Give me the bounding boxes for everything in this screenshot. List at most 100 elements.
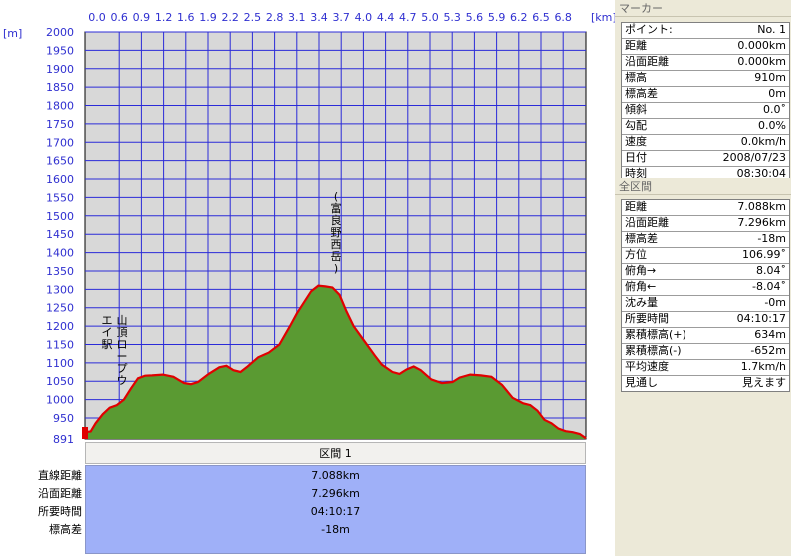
row-label: 沿面距離 — [625, 216, 669, 229]
row-value: 0.0˚ — [763, 103, 786, 116]
x-tick-label: 2.2 — [221, 11, 239, 24]
row-value: No. 1 — [757, 23, 786, 36]
y-tick-label: 1250 — [46, 302, 74, 315]
y-tick-label: 1600 — [46, 173, 74, 186]
row-value: 0.000km — [737, 39, 786, 52]
row-value: -8.04˚ — [752, 280, 786, 293]
marker-panel-title: マーカー — [615, 0, 791, 17]
start-marker[interactable] — [82, 427, 88, 439]
table-row: ポイント: No. 1 — [622, 23, 789, 39]
x-tick-label: 1.9 — [199, 11, 217, 24]
table-row: 沈み量 -0m — [622, 296, 789, 312]
table-row: 累積標高(-) -652m — [622, 344, 789, 360]
section-table: 距離 7.088km 沿面距離 7.296km 標高差 -18m 方位 106.99˚ … — [621, 199, 790, 392]
station-annotation-col2: エイ駅 — [102, 314, 113, 351]
x-tick-label: 1.2 — [155, 11, 173, 24]
row-value: 7.296km — [737, 216, 786, 229]
table-row: 標高差 0m — [622, 87, 789, 103]
x-tick-label: 5.9 — [488, 11, 506, 24]
row-label: ポイント: — [625, 23, 673, 36]
x-tick-label: 6.8 — [554, 11, 572, 24]
x-tick-labels: 0.0 0.6 0.9 1.2 1.6 1.9 2.2 2.5 2.8 3.1 3.4 3.7 4.0 4… — [88, 11, 572, 24]
row-label: 平均速度 — [625, 360, 669, 373]
row-label: 傾斜 — [625, 103, 647, 116]
row-value: 0.0km/h — [740, 135, 786, 148]
section-panel-title: 全区間 — [615, 178, 791, 195]
summary-label: 直線距離 — [38, 469, 82, 482]
row-label: 勾配 — [625, 119, 647, 132]
row-value: 2008/07/23 — [722, 151, 786, 164]
section-header[interactable]: 区間 1 — [85, 442, 586, 464]
x-tick-label: 0.9 — [133, 11, 151, 24]
row-value: 1.7km/h — [740, 360, 786, 373]
row-label: 俯角← — [625, 280, 657, 293]
row-value: -652m — [750, 344, 786, 357]
x-tick-label: 4.4 — [377, 11, 395, 24]
y-tick-label: 1200 — [46, 320, 74, 333]
y-tick-label: 1050 — [46, 375, 74, 388]
row-value: 04:10:17 — [736, 312, 786, 325]
x-tick-label: 3.1 — [288, 11, 306, 24]
x-unit-label: [km] — [591, 11, 615, 24]
x-tick-label: 5.6 — [466, 11, 484, 24]
x-tick-label: 0.0 — [88, 11, 106, 24]
x-tick-label: 2.5 — [244, 11, 262, 24]
x-tick-label: 3.7 — [332, 11, 350, 24]
table-row: 距離 7.088km — [622, 200, 789, 216]
y-tick-label: 1650 — [46, 155, 74, 168]
table-row: 方位 106.99˚ — [622, 248, 789, 264]
summary-label: 所要時間 — [38, 505, 82, 518]
y-unit-label: [m] — [3, 27, 22, 40]
x-tick-label: 6.5 — [532, 11, 550, 24]
y-tick-label: 1300 — [46, 283, 74, 296]
table-row: 見通し 見えます — [622, 376, 789, 391]
table-row: 傾斜 0.0˚ — [622, 103, 789, 119]
y-tick-label: 1850 — [46, 81, 74, 94]
x-tick-label: 5.0 — [421, 11, 439, 24]
table-row: 速度 0.0km/h — [622, 135, 789, 151]
table-row: 俯角→ 8.04˚ — [622, 264, 789, 280]
y-tick-label: 1100 — [46, 357, 74, 370]
x-tick-label: 0.6 — [110, 11, 128, 24]
row-value: 910m — [754, 71, 786, 84]
elevation-chart[interactable]: [km] [m] 0.0 0.6 0.9 1.2 1.6 1.9 2.2 2.5 2.8 3.1 3… — [0, 0, 615, 445]
table-row: 標高 910m — [622, 71, 789, 87]
row-label: 累積標高(+) — [625, 328, 685, 341]
row-value: 634m — [754, 328, 786, 341]
x-tick-label: 1.6 — [177, 11, 195, 24]
y-tick-label: 1500 — [46, 210, 74, 223]
row-value: -18m — [757, 232, 786, 245]
station-annotation-col1: 山頂ロープウ — [117, 314, 128, 387]
y-tick-label: 1550 — [46, 191, 74, 204]
row-label: 累積標高(-) — [625, 344, 682, 357]
summary-label: 標高差 — [49, 523, 82, 536]
table-row: 勾配 0.0% — [622, 119, 789, 135]
table-row: 沿面距離 7.296km — [622, 216, 789, 232]
x-tick-label: 4.0 — [355, 11, 373, 24]
x-tick-label: 5.3 — [443, 11, 461, 24]
x-tick-label: 6.2 — [510, 11, 528, 24]
summary-value: 04:10:17 — [310, 505, 361, 518]
x-tick-label: 2.8 — [266, 11, 284, 24]
row-label: 標高 — [625, 71, 647, 84]
row-label: 距離 — [625, 39, 647, 52]
table-row: 累積標高(+) 634m — [622, 328, 789, 344]
summary-label: 沿面距離 — [38, 487, 82, 500]
row-label: 沈み量 — [625, 296, 658, 309]
section-summary: 区間 1 直線距離 7.088km 沿面距離 7.296km 所要時間 04:1… — [0, 442, 615, 556]
y-tick-label: 1750 — [46, 118, 74, 131]
peak-annotation: (富良野西岳) — [331, 190, 342, 275]
table-row: 標高差 -18m — [622, 232, 789, 248]
row-value: 0.000km — [737, 55, 786, 68]
summary-value: -18m — [321, 523, 350, 536]
row-label: 見通し — [625, 376, 658, 389]
y-tick-label: 950 — [53, 412, 74, 425]
x-tick-label: 3.4 — [310, 11, 328, 24]
row-label: 標高差 — [625, 232, 658, 245]
row-label: 速度 — [625, 135, 647, 148]
table-row: 俯角← -8.04˚ — [622, 280, 789, 296]
row-value: 0m — [768, 87, 786, 100]
row-value: 8.04˚ — [756, 264, 786, 277]
marker-table: ポイント: No. 1 距離 0.000km 沿面距離 0.000km 標高 910m … — [621, 22, 790, 183]
y-tick-label: 1400 — [46, 247, 74, 260]
